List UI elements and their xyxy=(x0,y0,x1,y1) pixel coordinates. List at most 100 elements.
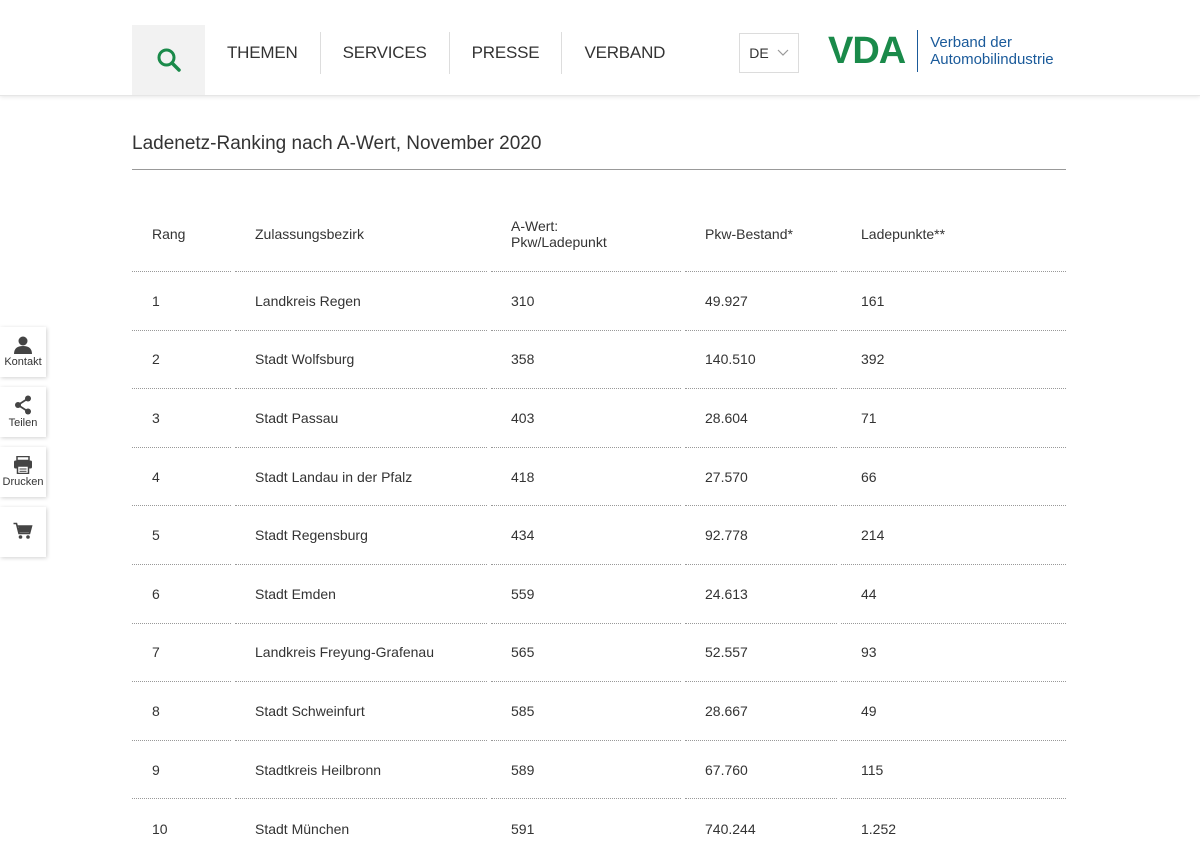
cell-district: Stadt Emden xyxy=(235,565,487,624)
language-select[interactable]: DE xyxy=(739,33,799,73)
cell-charging-points: 44 xyxy=(841,565,1066,624)
side-toolbar: Kontakt Teilen Drucken xyxy=(0,327,46,567)
cell-district: Stadt Regensburg xyxy=(235,506,487,565)
main-nav: THEMEN SERVICES PRESSE VERBAND xyxy=(205,32,687,74)
cell-district: Stadt Landau in der Pfalz xyxy=(235,448,487,507)
contact-label: Kontakt xyxy=(4,356,42,368)
cell-cars: 28.667 xyxy=(685,682,837,741)
share-button[interactable]: Teilen xyxy=(0,387,46,437)
table-row: 10 Stadt München 591 740.244 1.252 xyxy=(132,799,1066,858)
cell-a-value: 434 xyxy=(491,506,681,565)
cell-charging-points: 115 xyxy=(841,741,1066,800)
header-a-value-line-2: Pkw/Ladepunkt xyxy=(511,233,607,250)
table-row: 6 Stadt Emden 559 24.613 44 xyxy=(132,565,1066,624)
cell-a-value: 418 xyxy=(491,448,681,507)
cell-cars: 740.244 xyxy=(705,820,756,837)
cell-district: Landkreis Regen xyxy=(235,272,487,331)
cell-a-value: 565 xyxy=(491,624,681,683)
chevron-down-icon xyxy=(777,49,789,56)
cell-charging-points: 71 xyxy=(841,389,1066,448)
language-value: DE xyxy=(749,45,769,61)
logo-divider xyxy=(917,30,919,72)
header-a-value: A-Wert: Pkw/Ladepunkt xyxy=(491,196,681,272)
cell-cars: 24.613 xyxy=(685,565,837,624)
cell-cars: 28.604 xyxy=(685,389,837,448)
header-rank: Rang xyxy=(132,196,231,272)
cell-rank: 8 xyxy=(132,682,231,741)
share-icon xyxy=(15,395,31,415)
cell-charging-points: 93 xyxy=(841,624,1066,683)
cell-a-value: 403 xyxy=(491,389,681,448)
table-body: 1 Landkreis Regen 310 49.927 161 2 Stadt Wolfs… xyxy=(132,272,1066,858)
cell-a-value: 310 xyxy=(491,272,681,331)
search-icon xyxy=(157,48,181,72)
page-title: Ladenetz-Ranking nach A-Wert, November 2… xyxy=(132,133,1066,170)
logo-mark-text: VDA xyxy=(828,30,906,72)
cell-a-value: 559 xyxy=(491,565,681,624)
table-row: 8 Stadt Schweinfurt 585 28.667 49 xyxy=(132,682,1066,741)
nav-item-verband[interactable]: VERBAND xyxy=(562,32,687,74)
cell-district: Stadtkreis Heilbronn xyxy=(235,741,487,800)
cell-rank: 4 xyxy=(132,448,231,507)
cell-district: Stadt Wolfsburg xyxy=(235,331,487,390)
header-district: Zulassungsbezirk xyxy=(235,196,487,272)
header-charging-points: Ladepunkte** xyxy=(841,196,1066,272)
share-label: Teilen xyxy=(8,417,38,429)
table-row: 4 Stadt Landau in der Pfalz 418 27.570 66 xyxy=(132,448,1066,507)
table-header-row: Rang Zulassungsbezirk A-Wert: Pkw/Ladepu… xyxy=(132,196,1066,272)
cell-rank: 2 xyxy=(132,331,231,390)
vda-logo[interactable]: VDA Verband der Automobilindustrie xyxy=(828,28,1054,74)
nav-item-themen[interactable]: THEMEN xyxy=(205,32,321,74)
table-row: 2 Stadt Wolfsburg 358 140.510 392 xyxy=(132,331,1066,390)
site-header: THEMEN SERVICES PRESSE VERBAND DE VDA Ve… xyxy=(0,0,1200,96)
logo-mark: VDA xyxy=(828,30,906,72)
cell-rank: 7 xyxy=(132,624,231,683)
cell-charging-points: 161 xyxy=(841,272,1066,331)
cell-rank: 9 xyxy=(132,741,231,800)
printer-icon xyxy=(14,456,32,474)
person-icon xyxy=(14,336,32,354)
cell-rank: 1 xyxy=(132,272,231,331)
cell-charging-points: 214 xyxy=(841,506,1066,565)
cart-icon xyxy=(13,522,33,539)
nav-item-services[interactable]: SERVICES xyxy=(321,32,450,74)
cell-rank: 6 xyxy=(132,565,231,624)
cell-cars: 49.927 xyxy=(685,272,837,331)
table-row: 1 Landkreis Regen 310 49.927 161 xyxy=(132,272,1066,331)
cell-district: Stadt München xyxy=(255,820,350,837)
header-cars: Pkw-Bestand* xyxy=(685,196,837,272)
search-button[interactable] xyxy=(132,25,205,95)
contact-button[interactable]: Kontakt xyxy=(0,327,46,377)
table-row: 9 Stadtkreis Heilbronn 589 67.760 115 xyxy=(132,741,1066,800)
table-row: 3 Stadt Passau 403 28.604 71 xyxy=(132,389,1066,448)
table-row: 5 Stadt Regensburg 434 92.778 214 xyxy=(132,506,1066,565)
cell-district: Stadt Passau xyxy=(235,389,487,448)
cell-charging-points: 66 xyxy=(841,448,1066,507)
cell-charging-points: 392 xyxy=(841,331,1066,390)
cell-cars: 27.570 xyxy=(685,448,837,507)
cell-cars: 140.510 xyxy=(685,331,837,390)
cell-cars: 52.557 xyxy=(685,624,837,683)
cell-cars: 67.760 xyxy=(685,741,837,800)
cell-rank: 5 xyxy=(132,506,231,565)
cell-district: Landkreis Freyung-Grafenau xyxy=(235,624,487,683)
cell-a-value: 358 xyxy=(491,331,681,390)
nav-item-presse[interactable]: PRESSE xyxy=(450,32,563,74)
header-a-value-line-1: A-Wert: xyxy=(511,217,559,234)
cell-rank: 10 xyxy=(152,820,168,837)
cell-a-value: 585 xyxy=(491,682,681,741)
cell-cars: 92.778 xyxy=(685,506,837,565)
logo-line-2: Automobilindustrie xyxy=(930,51,1054,68)
logo-line-1: Verband der xyxy=(930,34,1012,51)
cell-district: Stadt Schweinfurt xyxy=(235,682,487,741)
cell-a-value: 591 xyxy=(511,820,535,837)
cell-charging-points: 49 xyxy=(841,682,1066,741)
cell-charging-points: 1.252 xyxy=(861,820,897,837)
logo-text: Verband der Automobilindustrie xyxy=(930,34,1053,68)
print-label: Drucken xyxy=(2,476,44,488)
cell-rank: 3 xyxy=(132,389,231,448)
print-button[interactable]: Drucken xyxy=(0,447,46,497)
ranking-table: Rang Zulassungsbezirk A-Wert: Pkw/Ladepu… xyxy=(132,196,1066,858)
cell-a-value: 589 xyxy=(491,741,681,800)
cart-button[interactable] xyxy=(0,507,46,557)
